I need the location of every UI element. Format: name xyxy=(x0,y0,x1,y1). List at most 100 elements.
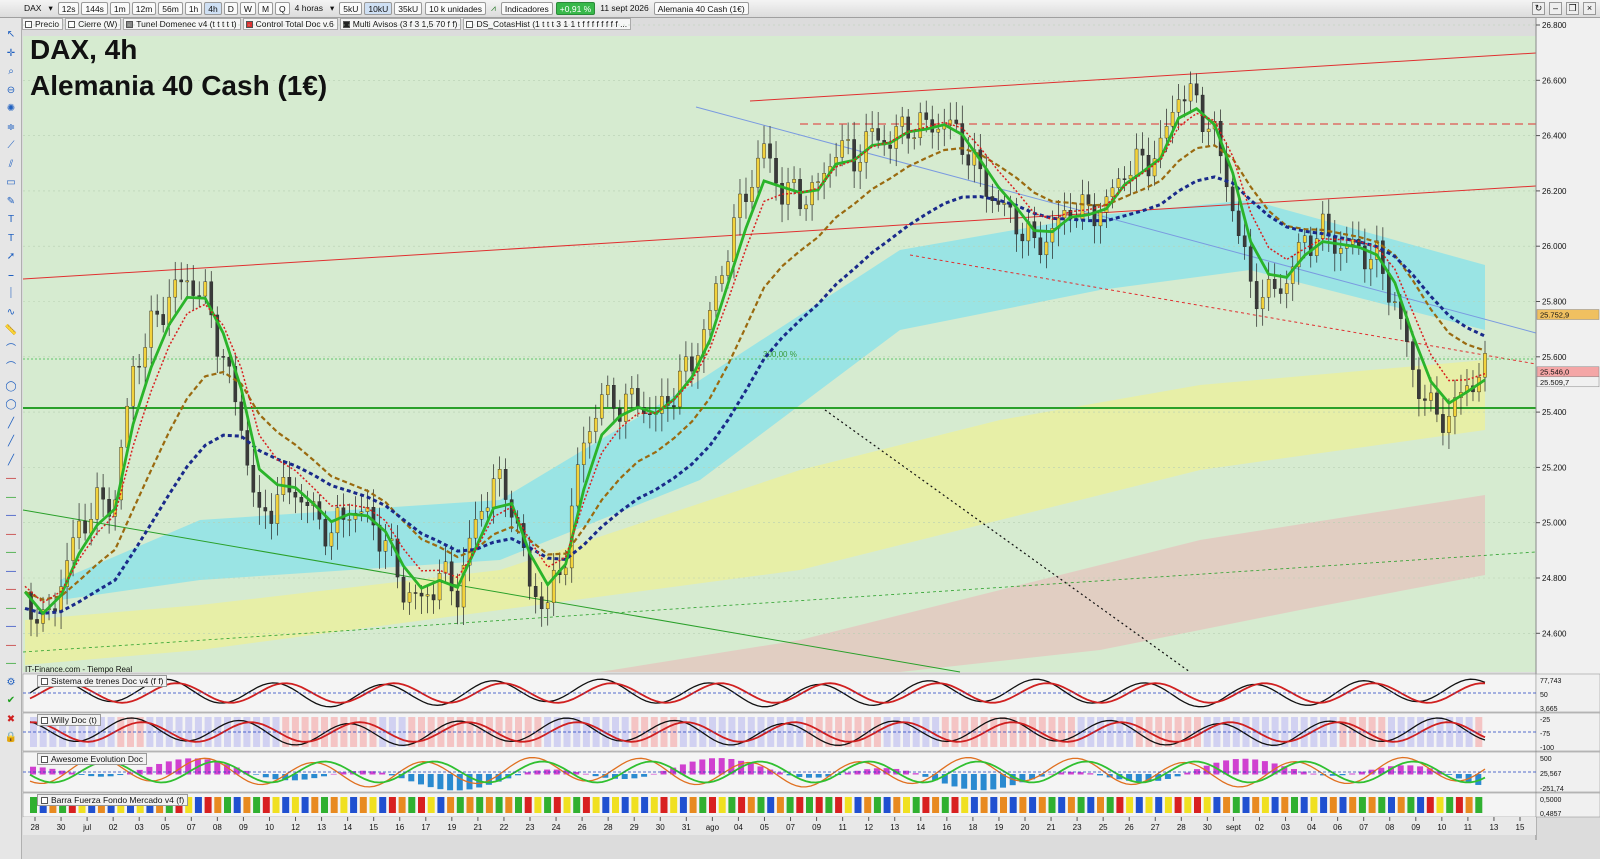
candle-body xyxy=(852,139,856,172)
indicator-bar xyxy=(156,763,163,775)
candle-body xyxy=(257,492,262,508)
candle-body xyxy=(161,314,165,325)
indicator-bar xyxy=(311,774,318,779)
candle-body xyxy=(1278,288,1283,294)
indicator-bar xyxy=(660,797,668,813)
indicator-bar xyxy=(262,797,270,813)
candle-body xyxy=(744,193,748,202)
candle-body xyxy=(924,112,929,120)
candle-body xyxy=(275,494,280,524)
candle-body xyxy=(858,162,862,172)
indicator-color-icon xyxy=(41,756,48,763)
indicator-bar xyxy=(524,772,531,775)
indicator-bar xyxy=(573,797,581,813)
indicator-bar xyxy=(747,763,754,775)
indicator-tick-label: -25 xyxy=(1540,717,1550,724)
indicator-bar xyxy=(796,774,803,777)
x-tick-label: 07 xyxy=(1359,823,1368,832)
candle-body xyxy=(816,181,820,183)
indicator-bar xyxy=(1106,797,1114,813)
candle-body xyxy=(251,465,256,493)
indicator-bar xyxy=(1358,797,1366,813)
indicator-bar xyxy=(815,774,822,778)
indicator-bar xyxy=(1135,797,1143,813)
indicator-bar xyxy=(321,774,327,777)
candle-body xyxy=(1134,148,1139,176)
indicator-bar xyxy=(272,797,280,813)
indicator-bar xyxy=(582,773,589,775)
candle-body xyxy=(1393,301,1397,303)
y-tick-label: 24.600 xyxy=(1542,629,1567,638)
indicator-bar xyxy=(767,797,775,813)
candle-body xyxy=(503,469,508,500)
indicator-bar xyxy=(582,797,590,813)
indicator-bar xyxy=(728,797,736,813)
indicator-bar xyxy=(1164,797,1172,813)
x-tick-label: 11 xyxy=(838,823,847,832)
candle-body xyxy=(1194,83,1199,96)
candle-body xyxy=(77,520,81,538)
indicator-bar xyxy=(806,797,813,813)
indicator-bar xyxy=(524,797,532,813)
indicator-bar xyxy=(553,797,561,813)
indicator-panel-title[interactable]: Awesome Evolution Doc xyxy=(37,753,147,765)
candle-body xyxy=(221,356,226,358)
candle-body xyxy=(425,594,430,597)
indicator-bar xyxy=(970,797,978,813)
y-tick-label: 26.400 xyxy=(1542,132,1567,141)
indicator-bar xyxy=(641,774,648,777)
candle-body xyxy=(1387,273,1391,303)
indicator-panel-title[interactable]: Willy Doc (t) xyxy=(37,714,101,726)
x-tick-label: 13 xyxy=(1489,823,1498,832)
indicator-title-text: Awesome Evolution Doc xyxy=(51,754,143,764)
indicator-bar xyxy=(427,797,435,813)
indicator-bar xyxy=(408,797,416,813)
indicator-bar xyxy=(301,774,308,780)
indicator-panel-title[interactable]: Sistema de trenes Doc v4 (f f) xyxy=(37,675,168,687)
x-tick-label: 14 xyxy=(343,823,352,832)
candle-body xyxy=(1122,178,1127,180)
candle-body xyxy=(1236,210,1241,236)
indicator-bar xyxy=(485,797,493,813)
candle-body xyxy=(347,519,352,521)
x-tick-label: 21 xyxy=(1047,823,1056,832)
candle-body xyxy=(137,366,141,368)
indicator-bar xyxy=(224,797,231,813)
x-tick-label: 10 xyxy=(1437,823,1446,832)
candle-body xyxy=(732,217,736,262)
indicator-color-icon xyxy=(41,797,48,804)
indicator-bar xyxy=(1000,797,1007,813)
indicator-bar xyxy=(165,761,172,775)
indicator-bar xyxy=(650,797,658,813)
x-tick-label: 09 xyxy=(239,823,248,832)
x-tick-label: 13 xyxy=(317,823,326,832)
candle-body xyxy=(768,143,772,159)
price-flag-label: 25.752,9 xyxy=(1540,311,1569,320)
y-tick-label: 26.600 xyxy=(1542,76,1567,85)
candle-body xyxy=(636,388,640,408)
y-tick-label: 25.400 xyxy=(1542,408,1567,417)
indicator-bar xyxy=(806,774,812,778)
indicator-tick-label: 500 xyxy=(1540,756,1552,763)
indicator-bar xyxy=(602,797,610,813)
indicator-tick-label: -251,74 xyxy=(1540,786,1564,793)
candle-body xyxy=(1302,235,1307,243)
x-tick-label: 27 xyxy=(1151,823,1160,832)
indicator-bar xyxy=(1019,797,1027,813)
indicator-bar xyxy=(1446,774,1453,775)
candle-body xyxy=(708,310,712,330)
indicator-tick-label: 50 xyxy=(1540,692,1548,699)
indicator-bar xyxy=(815,797,823,813)
indicator-bar xyxy=(253,774,260,775)
y-tick-label: 25.200 xyxy=(1542,463,1567,472)
indicator-bar xyxy=(282,797,290,813)
indicator-bar xyxy=(437,797,445,813)
indicator-bar xyxy=(718,797,726,813)
indicator-bar xyxy=(757,797,765,813)
candle-body xyxy=(672,405,676,408)
indicator-panel-title[interactable]: Barra Fuerza Fondo Mercado v4 (f) xyxy=(37,794,189,806)
chart-canvas[interactable]: 300,00 %26.80026.60026.40026.20026.00025… xyxy=(0,0,1600,859)
indicator-bar xyxy=(88,774,95,777)
candle-body xyxy=(1002,202,1007,205)
x-tick-label: 19 xyxy=(994,823,1003,832)
